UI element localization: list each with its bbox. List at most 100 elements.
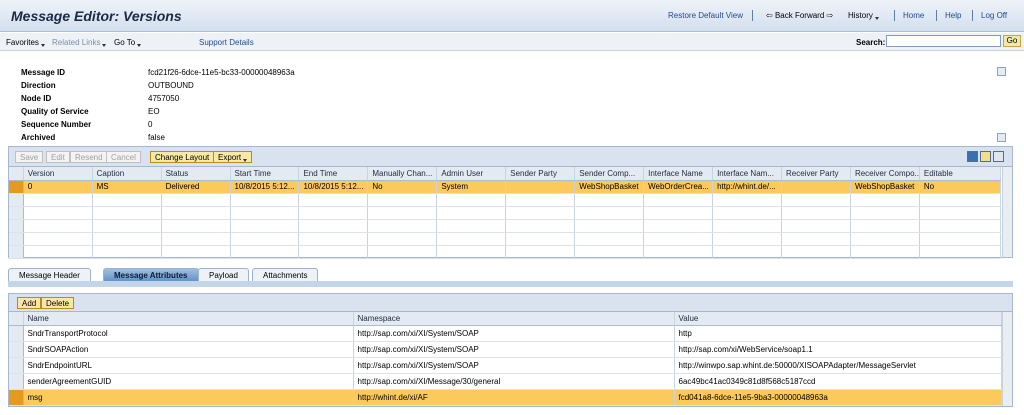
favorites-menu[interactable]: Favorites <box>6 38 45 47</box>
export-button[interactable]: Export <box>213 151 253 163</box>
row-selector-header[interactable] <box>9 312 24 326</box>
separator <box>752 10 753 21</box>
row-selector[interactable] <box>9 341 24 358</box>
attributes-scrollbar[interactable] <box>1002 312 1012 406</box>
table-row[interactable] <box>9 193 1002 207</box>
tab-underline <box>8 281 1013 287</box>
tab-message-attributes[interactable]: Message Attributes <box>103 268 199 282</box>
tab-attachments[interactable]: Attachments <box>252 268 319 282</box>
table-cell: 0 <box>23 180 93 194</box>
table-cell <box>436 232 507 246</box>
change-layout-button[interactable]: Change Layout <box>150 151 215 163</box>
add-button[interactable]: Add <box>17 297 42 309</box>
table-cell <box>781 193 851 207</box>
detail-value: 4757050 <box>148 94 180 103</box>
column-header[interactable]: Admin User <box>436 167 507 181</box>
row-selector[interactable] <box>9 232 24 246</box>
restore-default-view-link[interactable]: Restore Default View <box>668 11 743 20</box>
table-cell <box>643 193 714 207</box>
collapse-icon[interactable] <box>997 133 1006 142</box>
row-selector[interactable] <box>9 180 24 194</box>
table-cell <box>781 180 851 194</box>
row-selector[interactable] <box>9 193 24 207</box>
column-header[interactable]: Version <box>23 167 93 181</box>
table-row[interactable]: 0 MS Delivered 10/8/2015 5:12... 10/8/2015 5… <box>9 180 1002 194</box>
logoff-link[interactable]: Log Off <box>981 11 1007 20</box>
detail-label: Quality of Service <box>21 107 89 116</box>
home-link[interactable]: Home <box>903 11 924 20</box>
history-menu[interactable]: History <box>848 11 879 20</box>
column-header[interactable]: Interface Nam... <box>712 167 782 181</box>
resend-button[interactable]: Resend <box>70 151 108 163</box>
column-header[interactable]: Namespace <box>353 312 675 326</box>
column-header[interactable]: Editable <box>919 167 1002 181</box>
row-selector[interactable] <box>9 389 24 406</box>
row-selector[interactable] <box>9 219 24 233</box>
table-cell <box>298 232 369 246</box>
column-header[interactable]: Receiver Compo... <box>850 167 920 181</box>
refresh-icon[interactable] <box>967 151 978 162</box>
table-row[interactable]: SndrSOAPAction http://sap.com/xi/XI/Syste… <box>9 341 1002 358</box>
versions-table-container: Save Edit Resend Cancel Change Layout Ex… <box>8 146 1013 259</box>
column-header[interactable]: Status <box>161 167 231 181</box>
tab-payload[interactable]: Payload <box>198 268 249 282</box>
save-button[interactable]: Save <box>15 151 44 163</box>
cancel-button[interactable]: Cancel <box>106 151 141 163</box>
row-selector[interactable] <box>9 245 24 259</box>
delete-button[interactable]: Delete <box>41 297 75 309</box>
column-header[interactable]: End Time <box>298 167 369 181</box>
detail-value: fcd21f26-6dce-11e5-bc33-00000048963a <box>148 68 295 77</box>
column-header[interactable]: Caption <box>92 167 162 181</box>
help-link[interactable]: Help <box>945 11 961 20</box>
related-links-menu[interactable]: Related Links <box>52 38 107 47</box>
row-selector-header[interactable] <box>9 167 24 181</box>
search-input[interactable] <box>886 35 1001 47</box>
go-button[interactable]: Go <box>1003 35 1021 47</box>
row-selector[interactable] <box>9 357 24 374</box>
table-row[interactable]: SndrTransportProtocol http://sap.com/xi/X… <box>9 325 1002 342</box>
table-cell: fcd041a8-6dce-11e5-9ba3-00000048963a <box>674 389 1002 406</box>
export-label[interactable]: Export <box>218 153 241 162</box>
table-row[interactable] <box>9 245 1002 259</box>
back-forward-label[interactable]: Back Forward <box>775 11 824 20</box>
column-header[interactable]: Interface Name <box>643 167 714 181</box>
table-cell <box>298 193 369 207</box>
column-header[interactable]: Sender Party <box>505 167 576 181</box>
table-row[interactable]: SndrEndpointURL http://sap.com/xi/XI/Syst… <box>9 357 1002 374</box>
row-selector[interactable] <box>9 206 24 220</box>
table-row[interactable] <box>9 206 1002 220</box>
detail-label: Node ID <box>21 94 52 103</box>
settings-icon[interactable] <box>993 151 1004 162</box>
table-cell <box>574 219 645 233</box>
page-title: Message Editor: Versions <box>11 8 182 24</box>
column-header[interactable]: Sender Comp... <box>574 167 645 181</box>
column-header[interactable]: Name <box>23 312 354 326</box>
table-cell <box>712 245 782 259</box>
table-row[interactable]: senderAgreementGUID http://sap.com/xi/XI/… <box>9 373 1002 390</box>
collapse-icon[interactable] <box>997 67 1006 76</box>
column-header[interactable]: Manually Chan... <box>367 167 438 181</box>
row-selector[interactable] <box>9 373 24 390</box>
table-row[interactable] <box>9 219 1002 233</box>
filter-icon[interactable] <box>980 151 991 162</box>
support-details-link[interactable]: Support Details <box>199 38 254 47</box>
versions-scrollbar[interactable] <box>1002 167 1012 257</box>
back-arrow-icon[interactable]: ⇦ <box>766 11 773 20</box>
related-links-label[interactable]: Related Links <box>52 38 100 47</box>
row-selector[interactable] <box>9 325 24 342</box>
table-row[interactable] <box>9 232 1002 246</box>
history-label[interactable]: History <box>848 11 873 20</box>
back-forward-nav[interactable]: ⇦ Back Forward ⇨ <box>766 11 833 20</box>
favorites-label[interactable]: Favorites <box>6 38 39 47</box>
detail-label: Sequence Number <box>21 120 92 129</box>
goto-label[interactable]: Go To <box>114 38 135 47</box>
edit-button[interactable]: Edit <box>46 151 70 163</box>
column-header[interactable]: Start Time <box>230 167 300 181</box>
column-header[interactable]: Value <box>674 312 1002 326</box>
table-cell <box>781 232 851 246</box>
forward-arrow-icon[interactable]: ⇨ <box>827 11 834 20</box>
goto-menu[interactable]: Go To <box>114 38 142 47</box>
table-row[interactable]: msg http://whint.de/xi/AF fcd041a8-6dce-11… <box>9 389 1002 406</box>
tab-message-header[interactable]: Message Header <box>8 268 91 282</box>
column-header[interactable]: Receiver Party <box>781 167 851 181</box>
